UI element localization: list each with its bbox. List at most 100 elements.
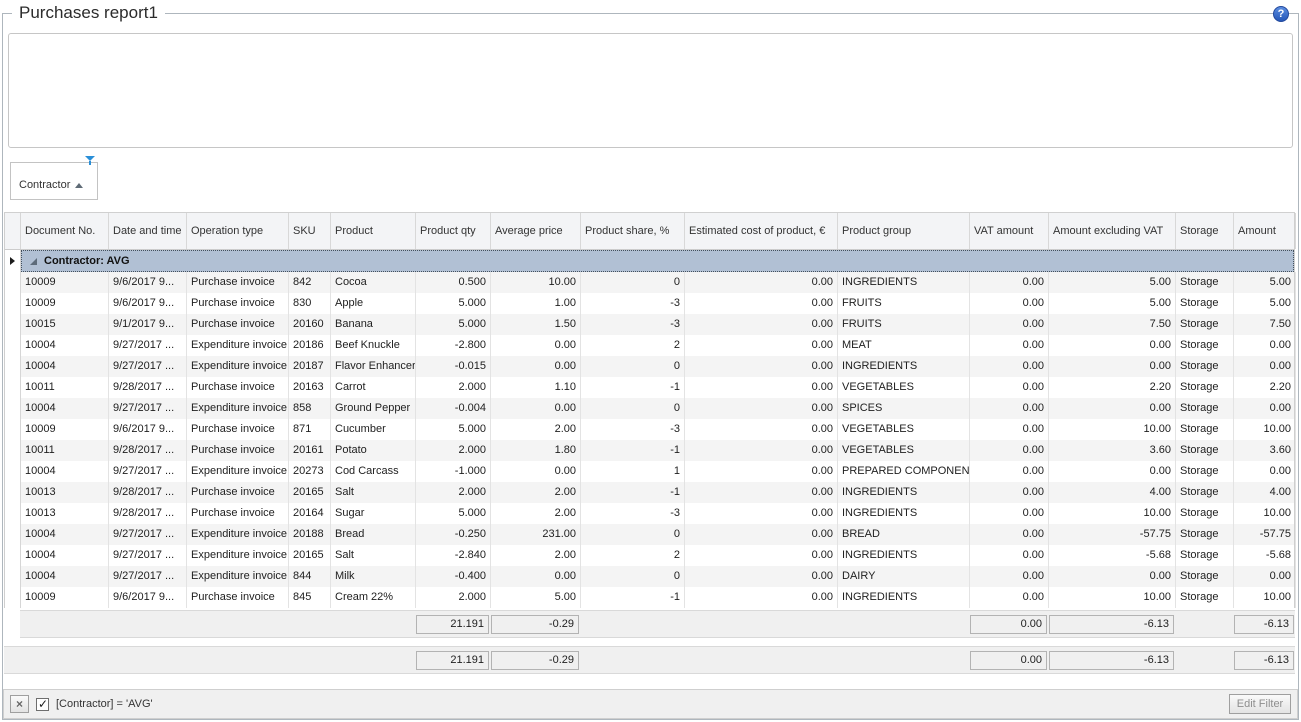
cell-sku: 20188 xyxy=(289,524,331,545)
column-header-amount_excl_vat[interactable]: Amount excluding VAT xyxy=(1049,213,1176,249)
cell-amount: 10.00 xyxy=(1234,503,1296,524)
grid-body: 100099/6/2017 9...Purchase invoice842Coc… xyxy=(4,272,1295,608)
column-header-vat_amount[interactable]: VAT amount xyxy=(970,213,1049,249)
cell-sku: 20161 xyxy=(289,440,331,461)
cell-storage: Storage xyxy=(1176,272,1234,293)
column-header-date_time[interactable]: Date and time xyxy=(109,213,187,249)
cell-product_share: 2 xyxy=(581,335,685,356)
cell-date_time: 9/6/2017 9... xyxy=(109,419,187,440)
table-row[interactable]: 100099/6/2017 9...Purchase invoice871Cuc… xyxy=(5,419,1294,440)
table-row[interactable]: 100049/27/2017 ...Expenditure invoice201… xyxy=(5,545,1294,566)
cell-document_no: 10004 xyxy=(21,524,109,545)
cell-vat_amount: 0.00 xyxy=(970,524,1049,545)
table-row[interactable]: 100049/27/2017 ...Expenditure invoice858… xyxy=(5,398,1294,419)
table-row[interactable]: 100099/6/2017 9...Purchase invoice830App… xyxy=(5,293,1294,314)
cell-product_qty: 5.000 xyxy=(416,503,491,524)
cell-amount_excl_vat: 10.00 xyxy=(1049,587,1176,608)
cell-estimated_cost: 0.00 xyxy=(685,314,838,335)
group-total-cell-product xyxy=(330,611,415,637)
cell-sku: 20273 xyxy=(289,461,331,482)
table-row[interactable]: 100119/28/2017 ...Purchase invoice20161P… xyxy=(5,440,1294,461)
cell-average_price: 231.00 xyxy=(491,524,581,545)
table-row[interactable]: 100099/6/2017 9...Purchase invoice845Cre… xyxy=(5,587,1294,608)
column-header-product_qty[interactable]: Product qty xyxy=(416,213,491,249)
column-header-amount[interactable]: Amount xyxy=(1234,213,1296,249)
filter-enabled-checkbox[interactable]: ✓ xyxy=(36,698,49,711)
cell-product_share: 0 xyxy=(581,398,685,419)
table-row[interactable]: 100049/27/2017 ...Expenditure invoice201… xyxy=(5,356,1294,377)
grand-total-cell-amount_excl_vat: -6.13 xyxy=(1048,647,1175,673)
cell-document_no: 10013 xyxy=(21,482,109,503)
column-header-estimated_cost[interactable]: Estimated cost of product, € xyxy=(685,213,838,249)
cell-sku: 20186 xyxy=(289,335,331,356)
table-row[interactable]: 100099/6/2017 9...Purchase invoice842Coc… xyxy=(5,272,1294,293)
cell-amount_excl_vat: 0.00 xyxy=(1049,356,1176,377)
column-header-operation_type[interactable]: Operation type xyxy=(187,213,289,249)
row-indicator-cell xyxy=(5,482,21,503)
cell-product_qty: 5.000 xyxy=(416,314,491,335)
table-row[interactable]: 100139/28/2017 ...Purchase invoice20164S… xyxy=(5,503,1294,524)
cell-sku: 20187 xyxy=(289,356,331,377)
grand-totals-row: 21.191-0.290.00-6.13-6.13 xyxy=(4,646,1295,674)
table-row[interactable]: 100049/27/2017 ...Expenditure invoice844… xyxy=(5,566,1294,587)
cell-estimated_cost: 0.00 xyxy=(685,440,838,461)
table-row[interactable]: 100139/28/2017 ...Purchase invoice20165S… xyxy=(5,482,1294,503)
column-header-product_group[interactable]: Product group xyxy=(838,213,970,249)
row-indicator-cell xyxy=(5,587,21,608)
cell-vat_amount: 0.00 xyxy=(970,335,1049,356)
table-row[interactable]: 100119/28/2017 ...Purchase invoice20163C… xyxy=(5,377,1294,398)
column-header-product_share[interactable]: Product share, % xyxy=(581,213,685,249)
cell-storage: Storage xyxy=(1176,524,1234,545)
column-header-average_price[interactable]: Average price xyxy=(491,213,581,249)
cell-amount_excl_vat: 3.60 xyxy=(1049,440,1176,461)
table-row[interactable]: 100159/1/2017 9...Purchase invoice20160B… xyxy=(5,314,1294,335)
column-header-sku[interactable]: SKU xyxy=(289,213,331,249)
cell-amount: -5.68 xyxy=(1234,545,1296,566)
cell-product_share: -1 xyxy=(581,587,685,608)
grand-total-cell-product_qty: 21.191 xyxy=(415,647,490,673)
row-indicator-cell xyxy=(5,335,21,356)
page-title: Purchases report1 xyxy=(12,3,165,23)
table-row[interactable]: 100049/27/2017 ...Expenditure invoice201… xyxy=(5,335,1294,356)
column-header-document_no[interactable]: Document No. xyxy=(21,213,109,249)
help-icon[interactable]: ? xyxy=(1273,6,1289,22)
table-row[interactable]: 100049/27/2017 ...Expenditure invoice201… xyxy=(5,524,1294,545)
cell-estimated_cost: 0.00 xyxy=(685,377,838,398)
cell-amount: 3.60 xyxy=(1234,440,1296,461)
table-row[interactable]: 100049/27/2017 ...Expenditure invoice202… xyxy=(5,461,1294,482)
cell-date_time: 9/27/2017 ... xyxy=(109,461,187,482)
cell-sku: 845 xyxy=(289,587,331,608)
cell-product_group: INGREDIENTS xyxy=(838,545,970,566)
cell-date_time: 9/28/2017 ... xyxy=(109,482,187,503)
cell-operation_type: Purchase invoice xyxy=(187,293,289,314)
group-row[interactable]: Contractor: AVG xyxy=(21,250,1294,272)
cell-operation_type: Expenditure invoice xyxy=(187,545,289,566)
column-header-product[interactable]: Product xyxy=(331,213,416,249)
grand-total-amount: -6.13 xyxy=(1234,651,1294,670)
close-filter-button[interactable]: × xyxy=(10,695,29,713)
cell-amount: 10.00 xyxy=(1234,587,1296,608)
cell-document_no: 10004 xyxy=(21,461,109,482)
expand-icon[interactable] xyxy=(30,258,37,265)
cell-sku: 20165 xyxy=(289,545,331,566)
cell-estimated_cost: 0.00 xyxy=(685,587,838,608)
cell-vat_amount: 0.00 xyxy=(970,377,1049,398)
cell-product_group: MEAT xyxy=(838,335,970,356)
filter-expression: [Contractor] = 'AVG' xyxy=(56,698,153,710)
cell-vat_amount: 0.00 xyxy=(970,398,1049,419)
cell-amount_excl_vat: 4.00 xyxy=(1049,482,1176,503)
cell-storage: Storage xyxy=(1176,419,1234,440)
grand-total-cell-product_share xyxy=(580,647,684,673)
cell-amount: 0.00 xyxy=(1234,356,1296,377)
group-total-cell-sku xyxy=(288,611,330,637)
cell-storage: Storage xyxy=(1176,398,1234,419)
cell-product_qty: 0.500 xyxy=(416,272,491,293)
filter-funnel-icon[interactable] xyxy=(85,156,95,165)
group-by-contractor-button[interactable]: Contractor xyxy=(10,162,98,200)
cell-storage: Storage xyxy=(1176,482,1234,503)
cell-product_share: -3 xyxy=(581,503,685,524)
edit-filter-button[interactable]: Edit Filter xyxy=(1229,694,1291,714)
cell-sku: 830 xyxy=(289,293,331,314)
column-header-storage[interactable]: Storage xyxy=(1176,213,1234,249)
cell-product_qty: -2.800 xyxy=(416,335,491,356)
